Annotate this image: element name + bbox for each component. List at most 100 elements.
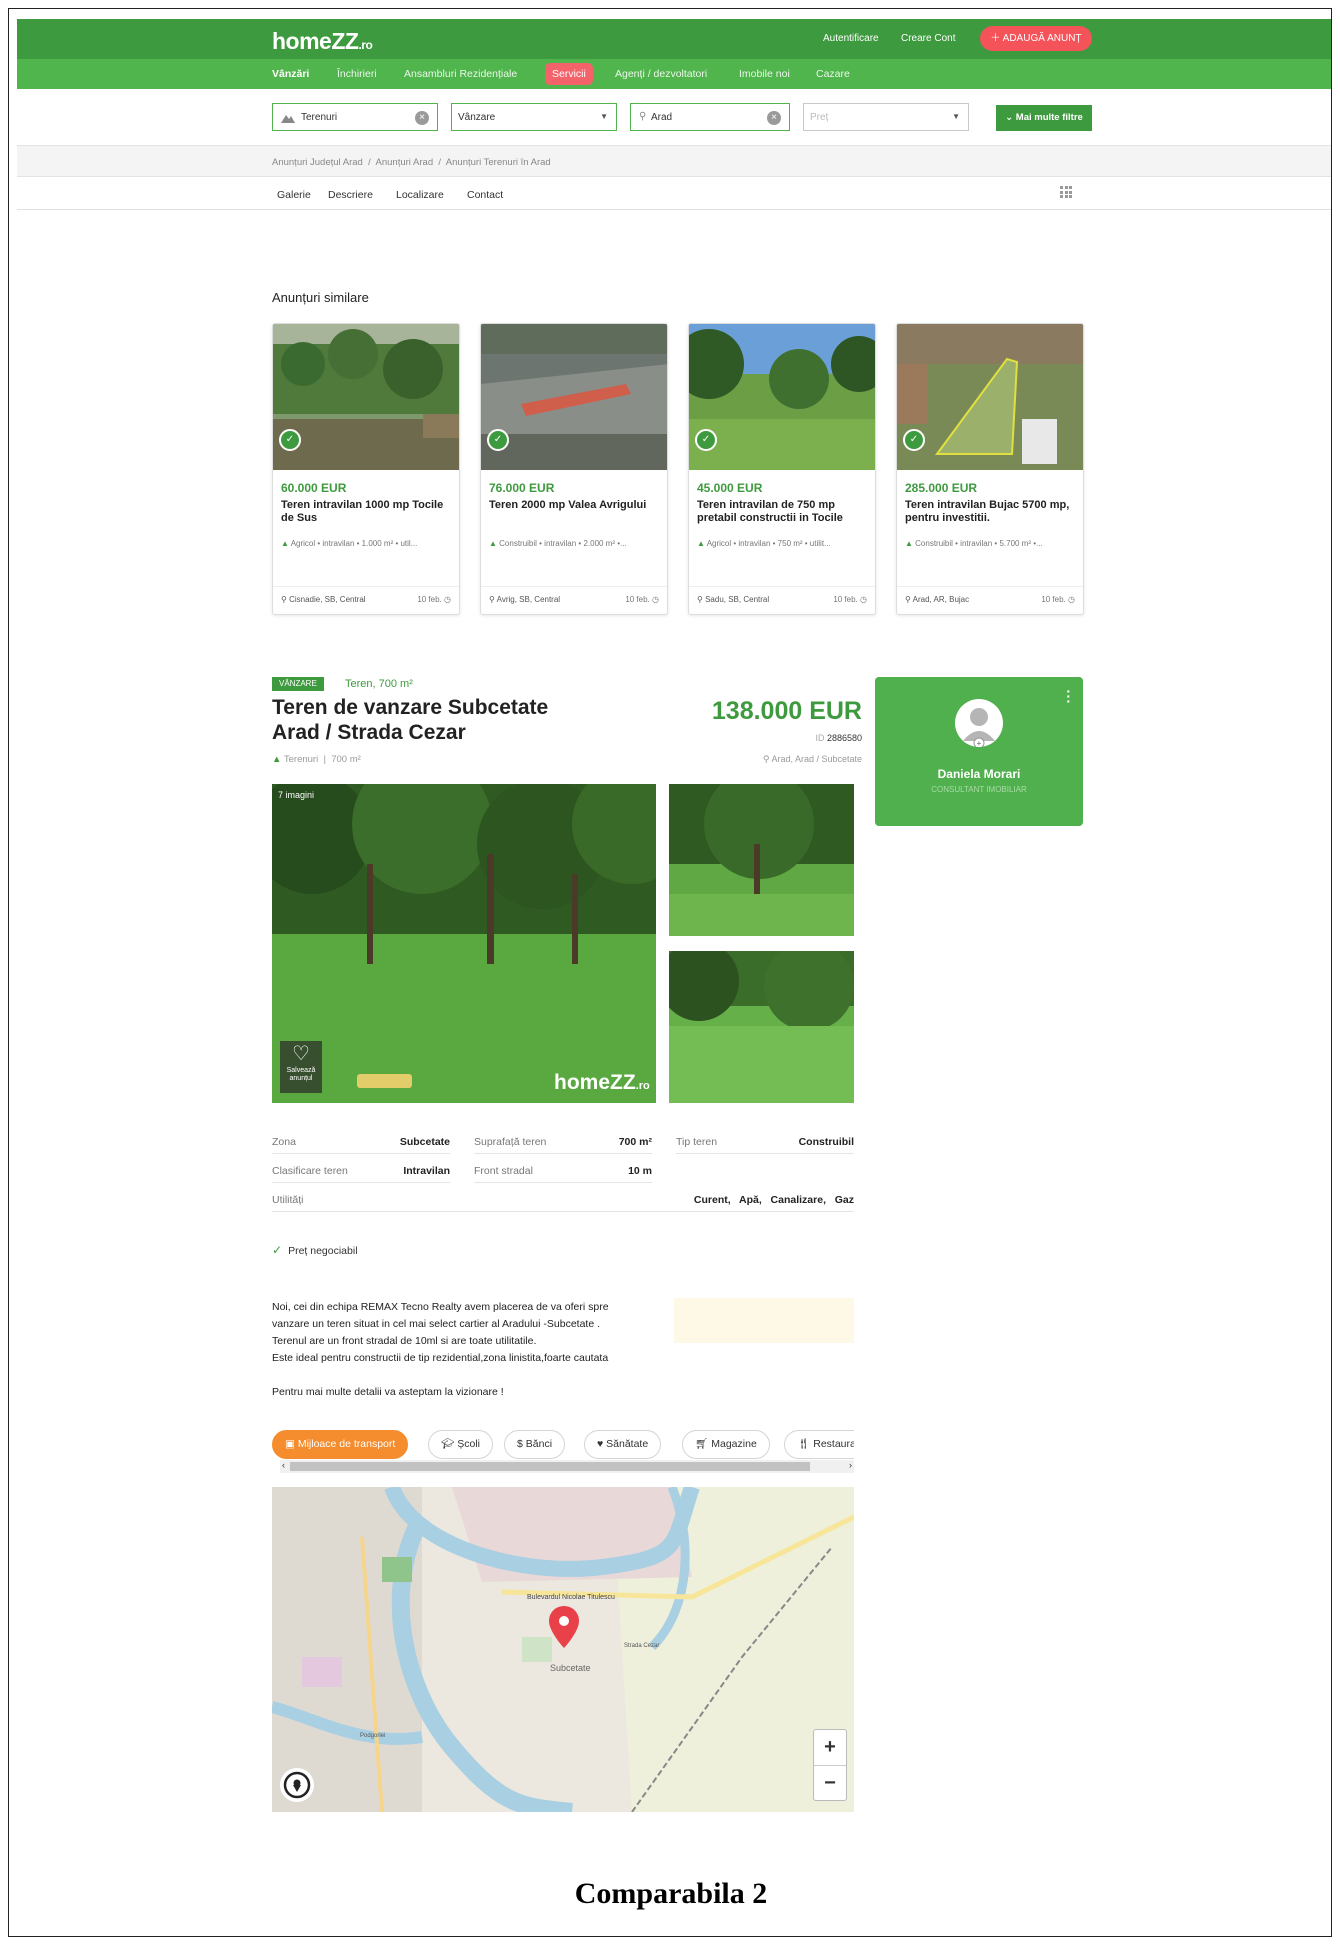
listing-description: Noi, cei din echipa REMAX Tecno Realty a…: [272, 1301, 609, 1398]
transaction-select[interactable]: Vânzare ▼: [451, 103, 617, 131]
nav-item-residential[interactable]: Ansambluri Rezidențiale: [404, 68, 517, 80]
poi-banks[interactable]: $ Bănci: [504, 1430, 566, 1459]
locate-icon: [283, 1771, 311, 1799]
orchard-photo: [272, 784, 656, 1103]
nav-item-sales[interactable]: Vânzări: [272, 68, 309, 80]
price-select[interactable]: Preț ▼: [803, 103, 969, 131]
agent-role: CONSULTANT IMOBILIAR: [931, 785, 1027, 794]
tab-location[interactable]: Localizare: [396, 189, 444, 201]
main-photo[interactable]: 7 imagini ♡ Salvează anunțul homeZZ.ro: [272, 784, 656, 1103]
section-tabs: Galerie Descriere Localizare Contact: [17, 177, 1331, 210]
land-icon: ▲: [272, 754, 284, 765]
pin-icon: ⚲: [281, 595, 290, 604]
verified-icon: ✓: [279, 429, 301, 451]
nav-item-accommodation[interactable]: Cazare: [816, 68, 850, 80]
add-listing-button[interactable]: ＋ ADAUGĂ ANUNȚ: [980, 26, 1092, 51]
clock-icon: ◷: [652, 595, 659, 604]
poi-schools[interactable]: 🎓︎ Școli: [428, 1430, 494, 1459]
main-nav: Vânzări Închirieri Ansambluri Rezidenția…: [17, 59, 1331, 89]
site-logo[interactable]: homeZZ.ro: [272, 28, 373, 55]
spec-area: Suprafață teren 700 m²: [474, 1129, 652, 1154]
nav-item-rentals[interactable]: Închirieri: [337, 68, 377, 80]
zoom-in-button[interactable]: +: [814, 1730, 846, 1765]
chevron-down-icon: ⌄: [1005, 112, 1014, 123]
login-link[interactable]: Autentificare: [823, 33, 879, 44]
poi-health[interactable]: ♥ Sănătate: [584, 1430, 662, 1459]
property-type-field[interactable]: Terenuri ×: [272, 103, 438, 131]
caret-down-icon: ▼: [600, 112, 608, 121]
listing-title: Teren de vanzare Subcetate Arad / Strada…: [272, 696, 549, 744]
similar-listing-card[interactable]: ✓ 45.000 EUR Teren intravilan de 750 mp …: [688, 323, 876, 615]
listing-photo: [689, 324, 875, 470]
tab-description[interactable]: Descriere: [328, 189, 373, 201]
map-marker-icon[interactable]: [549, 1606, 579, 1648]
top-bar: homeZZ.ro Autentificare Creare Cont ＋ AD…: [17, 19, 1331, 59]
clear-icon[interactable]: ×: [767, 111, 781, 125]
similar-listing-card[interactable]: ✓ 60.000 EUR Teren intravilan 1000 mp To…: [272, 323, 460, 615]
spec-street-front: Front stradal 10 m: [474, 1158, 652, 1183]
web-page: homeZZ.ro Autentificare Creare Cont ＋ AD…: [17, 11, 1331, 1931]
nav-item-services[interactable]: Servicii: [545, 63, 593, 85]
avatar: +: [955, 699, 1003, 749]
image-count: 7 imagini: [278, 790, 315, 800]
nav-item-agents[interactable]: Agenți / dezvoltatori: [615, 68, 707, 80]
verified-icon: ✓: [695, 429, 717, 451]
poi-transport[interactable]: ▣ Mijloace de transport: [272, 1430, 409, 1459]
locate-me-button[interactable]: [280, 1768, 314, 1802]
pin-icon: ⚲: [905, 595, 913, 604]
more-filters-button[interactable]: ⌄ Mai multe filtre: [996, 105, 1092, 131]
horizontal-scrollbar[interactable]: ‹ ›: [280, 1460, 854, 1473]
check-icon: ✓: [272, 1243, 283, 1257]
similar-listing-card[interactable]: ✓ 76.000 EUR Teren 2000 mp Valea Avrigul…: [480, 323, 668, 615]
clock-icon: ◷: [1068, 595, 1075, 604]
location-field[interactable]: ⚲ Arad ×: [630, 103, 790, 131]
svg-text:Subcetate: Subcetate: [550, 1663, 591, 1673]
land-icon: ▲: [697, 539, 707, 548]
thumbnail-photo[interactable]: [669, 951, 854, 1103]
document-frame: homeZZ.ro Autentificare Creare Cont ＋ AD…: [8, 8, 1332, 1937]
clear-icon[interactable]: ×: [415, 111, 429, 125]
clock-icon: ◷: [444, 595, 451, 604]
zoom-out-button[interactable]: −: [814, 1765, 846, 1800]
listing-price: 138.000 EUR: [711, 697, 862, 725]
pin-icon: ⚲: [489, 595, 497, 604]
document-caption: Comparabila 2: [574, 1877, 768, 1910]
pin-icon: ⚲: [639, 111, 647, 122]
thumbnail-photo[interactable]: [669, 784, 854, 936]
create-account-link[interactable]: Creare Cont: [901, 33, 955, 44]
svg-text:Strada Cezar: Strada Cezar: [624, 1643, 659, 1649]
breadcrumb: Anunțuri Județul Arad / Anunțuri Arad / …: [272, 157, 551, 168]
breadcrumb-item[interactable]: Anunțuri Județul Arad: [272, 157, 363, 168]
breadcrumb-item[interactable]: Anunțuri Terenuri în Arad: [446, 157, 551, 168]
poi-restaurants[interactable]: 🍴︎ Restaurante: [784, 1430, 854, 1459]
listing-meta: ▲ Terenuri | 700 m²: [272, 754, 361, 765]
tab-contact[interactable]: Contact: [467, 189, 503, 201]
nav-item-new-properties[interactable]: Imobile noi: [739, 68, 790, 80]
land-icon: ▲: [281, 539, 291, 548]
spec-classification: Clasificare teren Intravilan: [272, 1158, 450, 1183]
heart-icon: ♡: [292, 1043, 310, 1065]
location-map[interactable]: Bulevardul Nicolae Titulescu Subcetate S…: [272, 1487, 854, 1812]
similar-listings-title: Anunțuri similare: [272, 290, 369, 305]
grid-menu-icon[interactable]: [1060, 186, 1072, 198]
agent-name: Daniela Morari: [937, 767, 1021, 781]
poi-shops[interactable]: 🛒︎ Magazine: [682, 1430, 770, 1459]
listing-photo: [897, 324, 1083, 470]
land-icon: ▲: [905, 539, 916, 548]
verified-icon: ✓: [487, 429, 509, 451]
more-options-icon[interactable]: · · ·: [1066, 684, 1071, 708]
verified-icon: ✓: [903, 429, 925, 451]
tab-gallery[interactable]: Galerie: [277, 189, 311, 201]
svg-text:+: +: [977, 739, 982, 747]
similar-listing-card[interactable]: ✓ 285.000 EUR Teren intravilan Bujac 570…: [896, 323, 1084, 615]
land-icon: [281, 115, 295, 123]
scroll-left-icon: ‹: [282, 1460, 285, 1470]
cart-icon: 🛒︎: [695, 1438, 712, 1450]
listing-photo: [481, 324, 667, 470]
agent-card[interactable]: + · · · Daniela Morari CONSULTANT IMOBILIA…: [875, 677, 1083, 826]
breadcrumb-item[interactable]: Anunțuri Arad: [376, 157, 434, 168]
listing-photo: [273, 324, 459, 470]
heart-pulse-icon: ♥: [597, 1438, 607, 1450]
dollar-icon: $: [517, 1438, 526, 1450]
save-listing-button[interactable]: ♡ Salvează anunțul: [280, 1041, 322, 1093]
